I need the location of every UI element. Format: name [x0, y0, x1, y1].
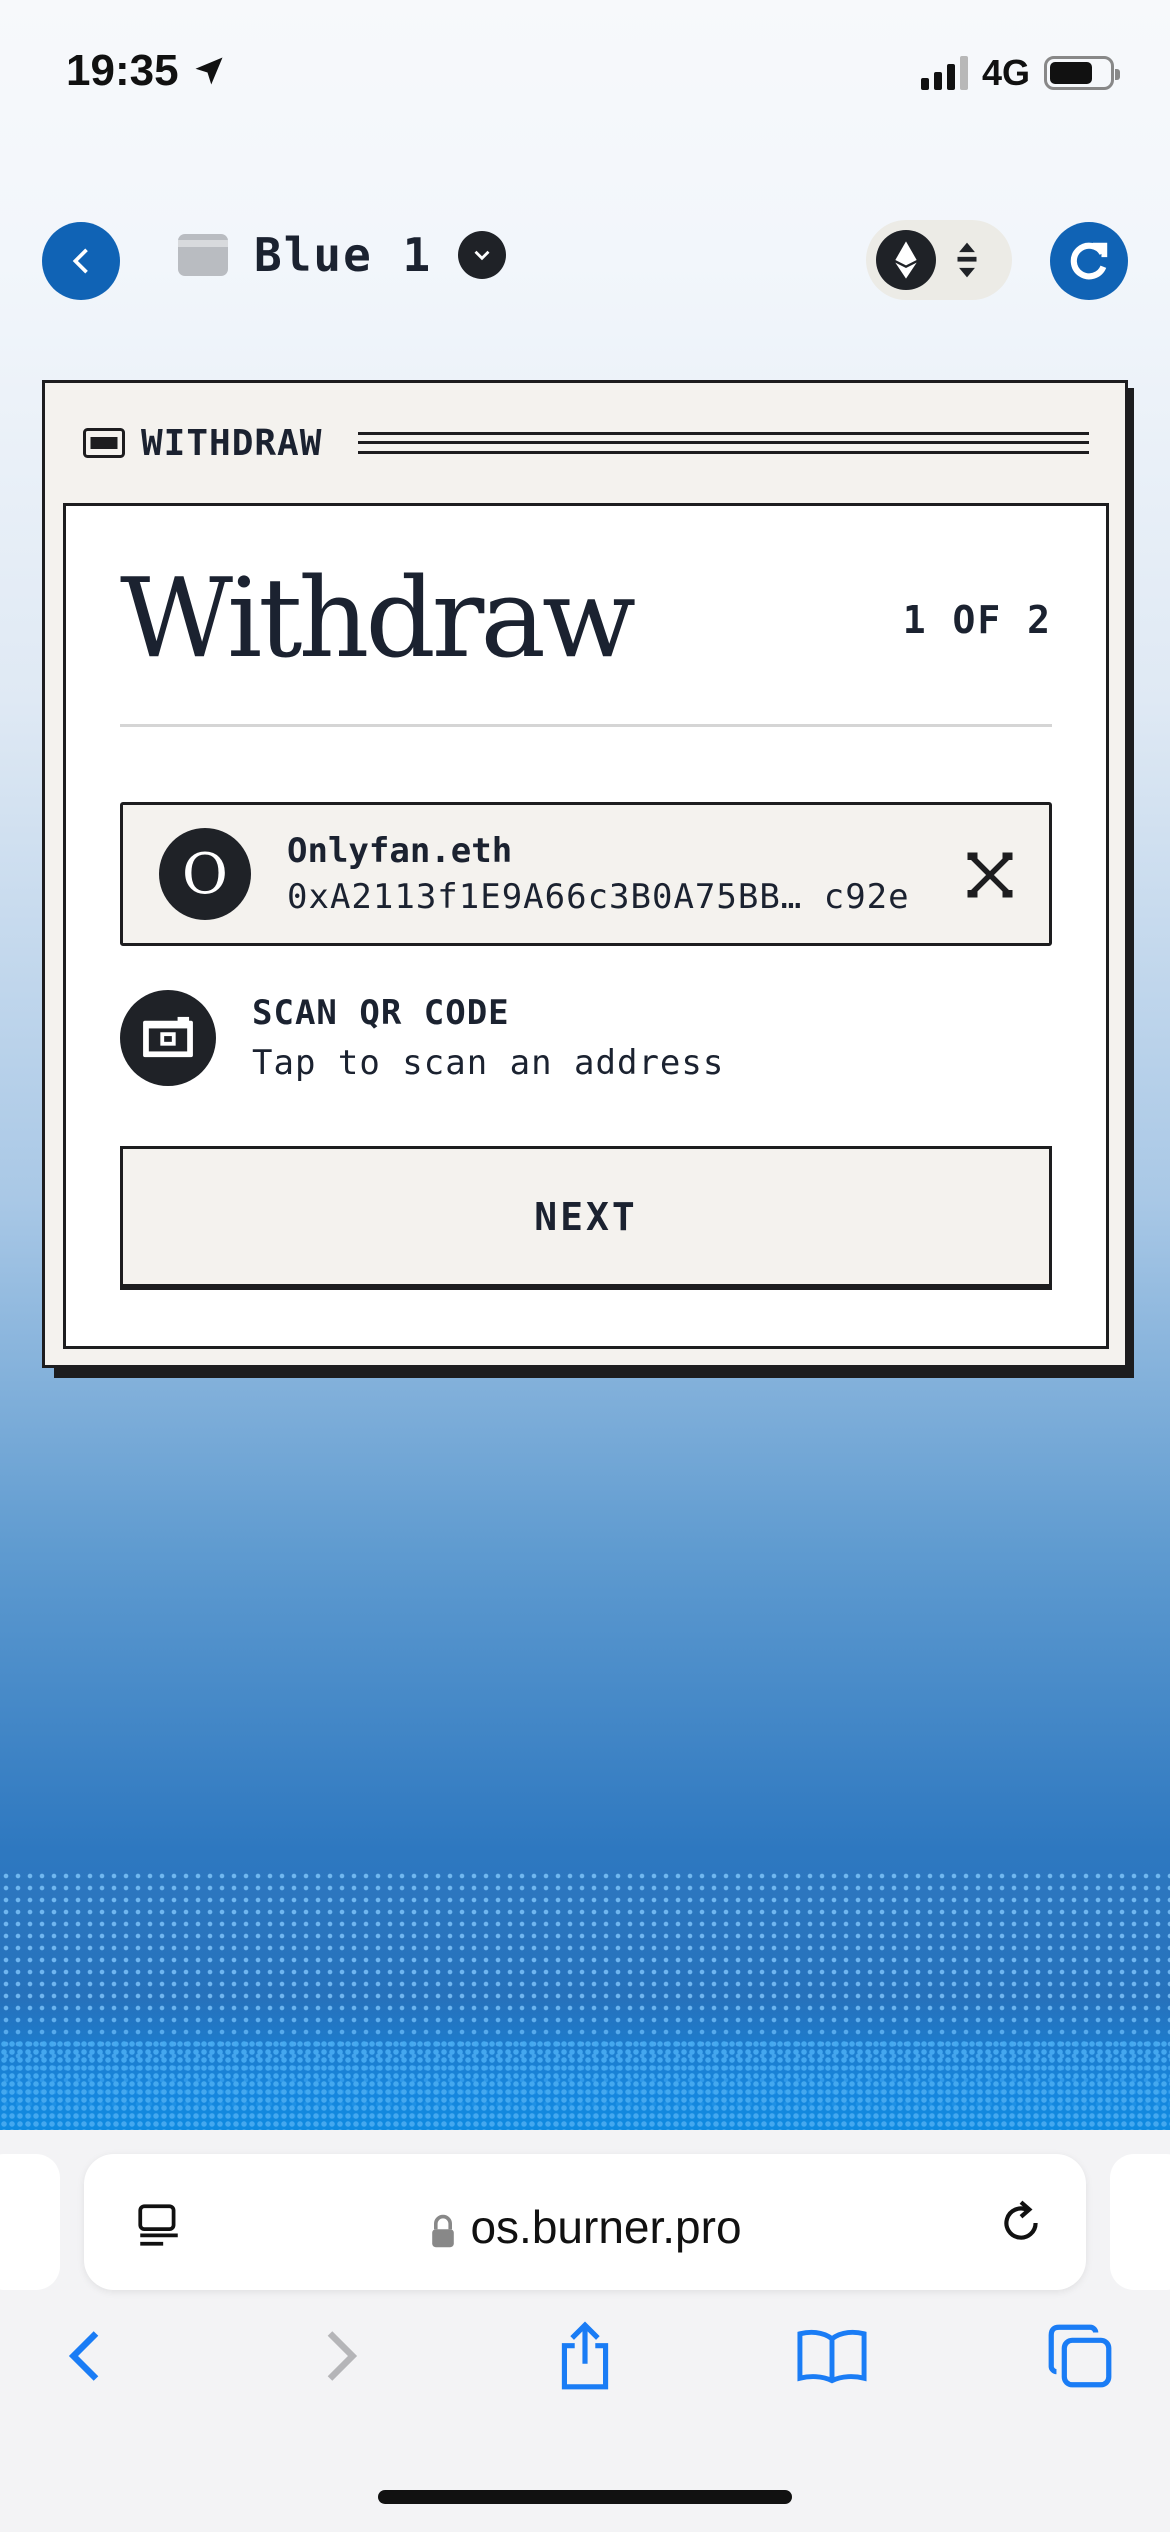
wallet-icon	[178, 234, 228, 276]
status-time-text: 19:35	[66, 46, 179, 95]
withdraw-panel: Withdraw 1 OF 2 O Onlyfan.eth 0xA2113f1E…	[63, 503, 1109, 1349]
next-tab-preview[interactable]	[1110, 2154, 1170, 2290]
titlebar-lines	[358, 432, 1089, 454]
dither-pattern-dense	[0, 2040, 1170, 2130]
camera-icon	[120, 990, 216, 1086]
book-icon	[797, 2329, 867, 2384]
chevron-left-icon	[68, 2331, 99, 2381]
lock-icon	[432, 2214, 455, 2248]
window-titlebar: WITHDRAW	[83, 422, 1089, 464]
scan-text: SCAN QR CODE Tap to scan an address	[252, 993, 724, 1083]
battery-icon	[1044, 56, 1120, 90]
ethereum-icon	[876, 230, 936, 290]
browser-back-button[interactable]	[46, 2316, 126, 2396]
share-icon	[561, 2321, 609, 2390]
refresh-button[interactable]	[1050, 222, 1128, 300]
reload-icon[interactable]	[996, 2198, 1046, 2248]
avatar: O	[159, 828, 251, 920]
url-text: os.burner.pro	[470, 2201, 742, 2253]
address-bar[interactable]: os.burner.pro	[84, 2154, 1086, 2290]
home-indicator[interactable]	[378, 2490, 792, 2504]
url-display: os.burner.pro	[84, 2200, 1086, 2254]
location-arrow-icon	[195, 57, 223, 85]
page-title: Withdraw	[120, 554, 636, 682]
browser-chrome: os.burner.pro	[0, 2130, 1170, 2532]
bookmarks-button[interactable]	[792, 2316, 872, 2396]
refresh-icon	[1070, 242, 1108, 280]
tabs-icon	[1048, 2324, 1112, 2388]
network-type: 4G	[981, 52, 1030, 93]
tabs-button[interactable]	[1040, 2316, 1120, 2396]
recipient-card[interactable]: O Onlyfan.eth 0xA2113f1E9A66c3B0A75BB… c…	[120, 802, 1052, 946]
next-button[interactable]: NEXT	[120, 1146, 1052, 1290]
chevron-down-icon	[458, 231, 507, 279]
window-icon	[83, 428, 125, 458]
scan-qr-button[interactable]: SCAN QR CODE Tap to scan an address	[120, 990, 724, 1086]
recipient-details: Onlyfan.eth 0xA2113f1E9A66c3B0A75BB… c92…	[287, 831, 910, 917]
recipient-address: 0xA2113f1E9A66c3B0A75BB… c92e	[287, 877, 910, 917]
scan-subtitle: Tap to scan an address	[252, 1043, 725, 1083]
chevron-left-icon	[72, 248, 88, 274]
status-bar-indicators: 4G	[920, 52, 1120, 94]
browser-forward-button[interactable]	[300, 2316, 380, 2396]
previous-tab-preview[interactable]	[0, 2154, 60, 2290]
divider	[120, 724, 1052, 727]
wallet-name: Blue 1	[254, 228, 433, 282]
withdraw-window: WITHDRAW Withdraw 1 OF 2 O Onlyfan.eth 0…	[42, 380, 1128, 1368]
scan-title: SCAN QR CODE	[252, 993, 510, 1033]
browser-toolbar	[0, 2316, 1170, 2436]
swap-arrows-icon	[957, 242, 977, 278]
wallet-selector[interactable]: Blue 1	[178, 228, 507, 282]
close-icon[interactable]	[965, 850, 1015, 900]
step-indicator: 1 OF 2	[902, 598, 1052, 642]
cellular-signal-icon	[920, 56, 968, 90]
network-selector[interactable]	[866, 220, 1012, 300]
chevron-right-icon	[327, 2331, 358, 2381]
recipient-name: Onlyfan.eth	[287, 831, 513, 871]
share-button[interactable]	[545, 2316, 625, 2396]
back-button[interactable]	[42, 222, 120, 300]
status-bar-time: 19:35	[66, 46, 227, 96]
window-title: WITHDRAW	[141, 422, 323, 464]
